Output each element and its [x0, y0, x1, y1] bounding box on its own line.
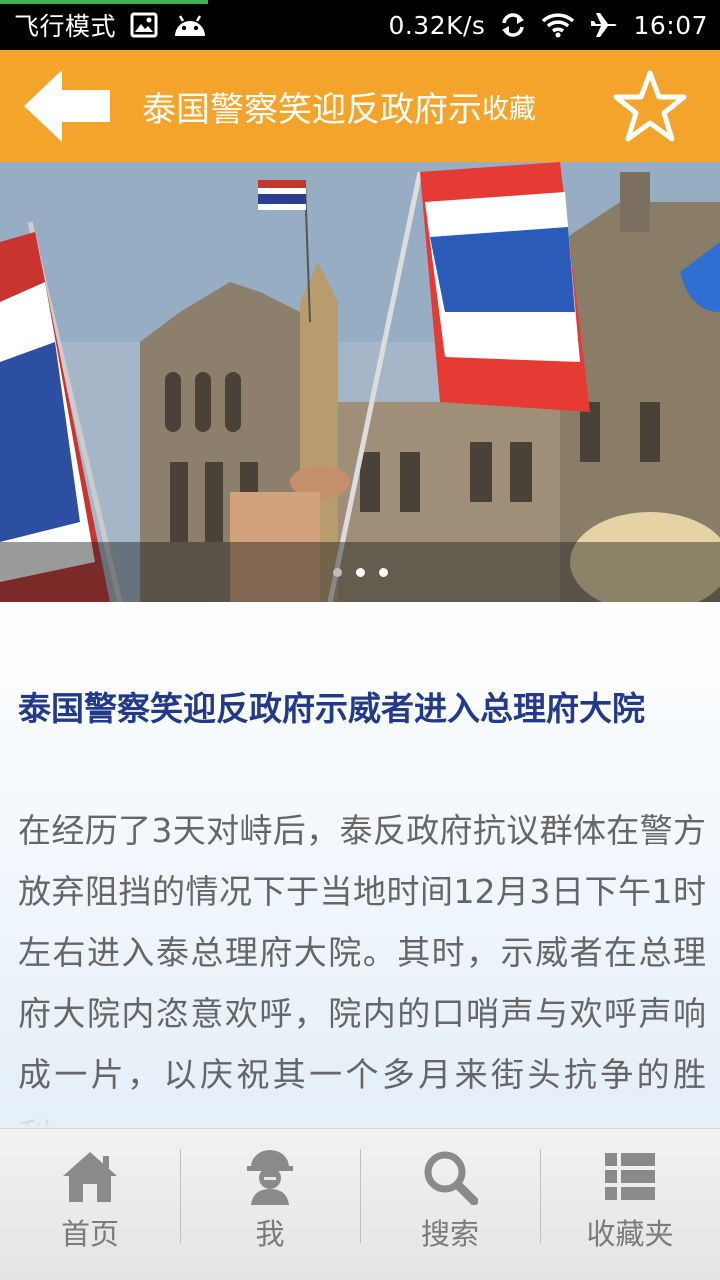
home-icon: [60, 1147, 120, 1207]
carousel-dot[interactable]: [355, 567, 365, 577]
page-title: 泰国警察笑迎反政府示 收藏: [142, 50, 536, 162]
status-bar: 飞行模式 0.32K/s 16:07: [0, 0, 720, 50]
news-photo-carousel[interactable]: [0, 162, 720, 602]
back-arrow-icon: [24, 70, 110, 142]
collect-label: 收藏: [482, 93, 536, 125]
network-speed: 0.32K/s: [388, 10, 486, 40]
wifi-icon: [541, 12, 575, 38]
clock: 16:07: [633, 10, 708, 40]
nav-favorites[interactable]: 收藏夹: [540, 1129, 720, 1280]
image-icon: [130, 12, 158, 38]
nav-favorites-label: 收藏夹: [586, 1217, 674, 1251]
nav-me[interactable]: 我: [180, 1129, 360, 1280]
article-content: 泰国警察笑迎反政府示威者进入总理府大院 在经历了3天对峙后，泰反政府抗议群体在警…: [0, 602, 720, 1128]
nav-search-label: 搜索: [420, 1217, 479, 1251]
list-icon: [600, 1147, 660, 1207]
search-icon: [420, 1147, 480, 1207]
bottom-navigation: 首页 我 搜索 收藏夹: [0, 1128, 720, 1280]
nav-search[interactable]: 搜索: [360, 1129, 540, 1280]
user-icon: [240, 1147, 300, 1207]
nav-home[interactable]: 首页: [0, 1129, 180, 1280]
page-title-text: 泰国警察笑迎反政府示: [142, 89, 482, 130]
sync-icon: [499, 11, 527, 39]
airplane-icon: [589, 11, 619, 39]
article-body: 在经历了3天对峙后，泰反政府抗议群体在警方放弃阻挡的情况下于当地时间12月3日下…: [18, 811, 706, 1128]
star-icon: [613, 70, 687, 142]
article-title: 泰国警察笑迎反政府示威者进入总理府大院: [18, 689, 645, 728]
nav-me-label: 我: [255, 1217, 285, 1251]
news-photo: [0, 162, 720, 602]
favorite-star-button[interactable]: [610, 66, 690, 146]
content-fade: [0, 1088, 720, 1128]
carousel-dot[interactable]: [332, 567, 342, 577]
airplane-mode-label: 飞行模式: [14, 12, 117, 41]
back-button[interactable]: [18, 64, 116, 148]
carousel-dot[interactable]: [378, 567, 388, 577]
carousel-indicator: [0, 542, 720, 602]
top-header: 泰国警察笑迎反政府示 收藏: [0, 50, 720, 162]
android-icon: [172, 12, 208, 38]
nav-home-label: 首页: [60, 1217, 119, 1251]
